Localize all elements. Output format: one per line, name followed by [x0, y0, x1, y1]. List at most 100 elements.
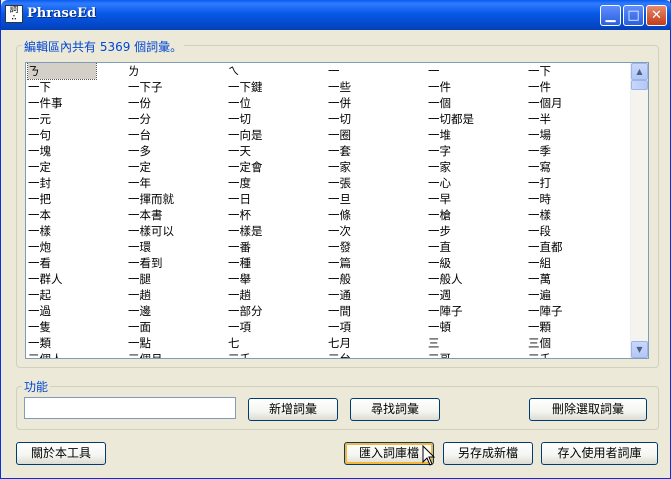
- phrase-item[interactable]: 三: [428, 335, 440, 351]
- phrase-item[interactable]: 一直都: [528, 239, 563, 255]
- close-button[interactable]: ✕: [646, 5, 667, 26]
- phrase-item[interactable]: 一項: [228, 319, 251, 335]
- phrase-item[interactable]: 一次: [328, 223, 351, 239]
- phrase-item[interactable]: 一件: [428, 79, 451, 95]
- phrase-item[interactable]: 一天: [228, 143, 251, 159]
- phrase-list[interactable]: ㄋㄌㄟ一一一下 一下 一下子 一下鍵 一些 一件 一件 一件事 一份 一位 一併 一個 一個月 一元 一分一…: [25, 62, 649, 359]
- phrase-item[interactable]: 一些: [328, 79, 351, 95]
- phrase-item[interactable]: 一封: [28, 175, 51, 191]
- phrase-item[interactable]: 一台: [128, 127, 151, 143]
- phrase-item[interactable]: 一家: [328, 159, 351, 175]
- phrase-item[interactable]: 一日: [228, 191, 251, 207]
- phrase-item[interactable]: 一下: [528, 63, 551, 79]
- phrase-item[interactable]: 一般人: [428, 271, 463, 287]
- phrase-item[interactable]: 一篇: [328, 255, 351, 271]
- scroll-down-button[interactable]: ▼: [631, 341, 648, 358]
- phrase-item[interactable]: 一隻: [28, 319, 51, 335]
- phrase-item[interactable]: 一通: [328, 287, 351, 303]
- phrase-item[interactable]: 一寫: [528, 159, 551, 175]
- phrase-item[interactable]: 一趟: [128, 287, 151, 303]
- phrase-item[interactable]: 一樣可以: [128, 223, 174, 239]
- find-phrase-button[interactable]: 尋找詞彙: [350, 398, 440, 421]
- phrase-item[interactable]: 一塊: [28, 143, 51, 159]
- phrase-item[interactable]: 一切都是: [428, 111, 474, 127]
- delete-selected-phrase-button[interactable]: 刪除選取詞彙: [529, 398, 647, 421]
- phrase-item[interactable]: 一起: [28, 287, 51, 303]
- phrase-item[interactable]: 一句: [28, 127, 51, 143]
- minimize-button[interactable]: ▁: [600, 5, 621, 26]
- phrase-item[interactable]: 一槍: [428, 207, 451, 223]
- phrase-item[interactable]: 一週: [428, 287, 451, 303]
- phrase-item[interactable]: 一個月: [528, 95, 563, 111]
- phrase-item[interactable]: 一季: [528, 143, 551, 159]
- phrase-item[interactable]: 一下鍵: [228, 79, 263, 95]
- phrase-item[interactable]: 一看: [28, 255, 51, 271]
- phrase-item[interactable]: 七: [228, 335, 240, 351]
- list-vertical-scrollbar[interactable]: ▲ ▼: [630, 63, 648, 358]
- phrase-item[interactable]: 一遍: [528, 287, 551, 303]
- phrase-item[interactable]: 一切: [328, 111, 351, 127]
- phrase-item[interactable]: 一: [328, 63, 340, 79]
- phrase-item[interactable]: 三個人: [28, 351, 63, 358]
- phrase-item[interactable]: 一打: [528, 175, 551, 191]
- scroll-thumb[interactable]: [631, 80, 648, 90]
- phrase-item[interactable]: 一樣: [528, 207, 551, 223]
- phrase-item[interactable]: 一部分: [228, 303, 263, 319]
- save-as-new-file-button[interactable]: 另存成新檔: [443, 442, 533, 465]
- phrase-item[interactable]: 一舉: [228, 271, 251, 287]
- phrase-item[interactable]: 一把: [28, 191, 51, 207]
- phrase-item[interactable]: 一向是: [228, 127, 263, 143]
- phraseed-app-icon[interactable]: 詞 ∴: [5, 5, 23, 23]
- phrase-item[interactable]: 一步: [428, 223, 451, 239]
- phrase-item[interactable]: 一定會: [228, 159, 263, 175]
- phrase-item[interactable]: 三哥: [428, 351, 451, 358]
- phrase-item[interactable]: 一張: [328, 175, 351, 191]
- phrase-item[interactable]: 一看到: [128, 255, 163, 271]
- phrase-item[interactable]: 一環: [128, 239, 151, 255]
- phrase-item[interactable]: 一杯: [228, 207, 251, 223]
- phrase-item[interactable]: 一組: [528, 255, 551, 271]
- phrase-item[interactable]: 一度: [228, 175, 251, 191]
- scroll-up-button[interactable]: ▲: [631, 63, 648, 80]
- phrase-item[interactable]: ㄋ: [27, 63, 97, 80]
- phrase-item[interactable]: 一樣是: [228, 223, 263, 239]
- phrase-item[interactable]: 一炮: [28, 239, 51, 255]
- phrase-item[interactable]: 一元: [28, 111, 51, 127]
- phrase-item[interactable]: 一早: [428, 191, 451, 207]
- phrase-item[interactable]: 三個: [528, 335, 551, 351]
- phrase-item[interactable]: 一本書: [128, 207, 163, 223]
- phrase-item[interactable]: 一家: [428, 159, 451, 175]
- phrase-item[interactable]: 七月: [328, 335, 351, 351]
- phrase-item[interactable]: 一切: [228, 111, 251, 127]
- title-bar[interactable]: 詞 ∴ PhraseEd ▁ □ ✕: [1, 0, 671, 30]
- phrase-item[interactable]: 一面: [128, 319, 151, 335]
- phrase-item[interactable]: 一般: [328, 271, 351, 287]
- phrase-item[interactable]: 一定: [28, 159, 51, 175]
- phrase-item[interactable]: 一旦: [328, 191, 351, 207]
- phrase-item[interactable]: 一類: [28, 335, 51, 351]
- phrase-item[interactable]: 一字: [428, 143, 451, 159]
- phrase-item[interactable]: 一群人: [28, 271, 63, 287]
- maximize-button[interactable]: □: [623, 5, 644, 26]
- phrase-item[interactable]: 一下子: [128, 79, 163, 95]
- save-user-phrases-button[interactable]: 存入使用者詞庫: [541, 442, 658, 465]
- about-button[interactable]: 關於本工具: [16, 442, 106, 465]
- phrase-item[interactable]: 一種: [228, 255, 251, 271]
- phrase-item[interactable]: 一定: [128, 159, 151, 175]
- phrase-item[interactable]: 一間: [328, 303, 351, 319]
- phrase-item[interactable]: 一份: [128, 95, 151, 111]
- phrase-item[interactable]: 一併: [328, 95, 351, 111]
- phrase-item[interactable]: 一級: [428, 255, 451, 271]
- phrase-item[interactable]: 一下: [28, 79, 51, 95]
- phrase-item[interactable]: 一時: [528, 191, 551, 207]
- phrase-item[interactable]: 一位: [228, 95, 251, 111]
- phrase-item[interactable]: 一樣: [28, 223, 51, 239]
- phrase-item[interactable]: 一年: [128, 175, 151, 191]
- add-phrase-button[interactable]: 新增詞彙: [248, 398, 338, 421]
- phrase-item[interactable]: 一套: [328, 143, 351, 159]
- phrase-item[interactable]: 一圈: [328, 127, 351, 143]
- phrase-item[interactable]: 一點: [128, 335, 151, 351]
- phrase-item[interactable]: 一直: [428, 239, 451, 255]
- phrase-item[interactable]: 一半: [528, 111, 551, 127]
- phrase-item[interactable]: 一堆: [428, 127, 451, 143]
